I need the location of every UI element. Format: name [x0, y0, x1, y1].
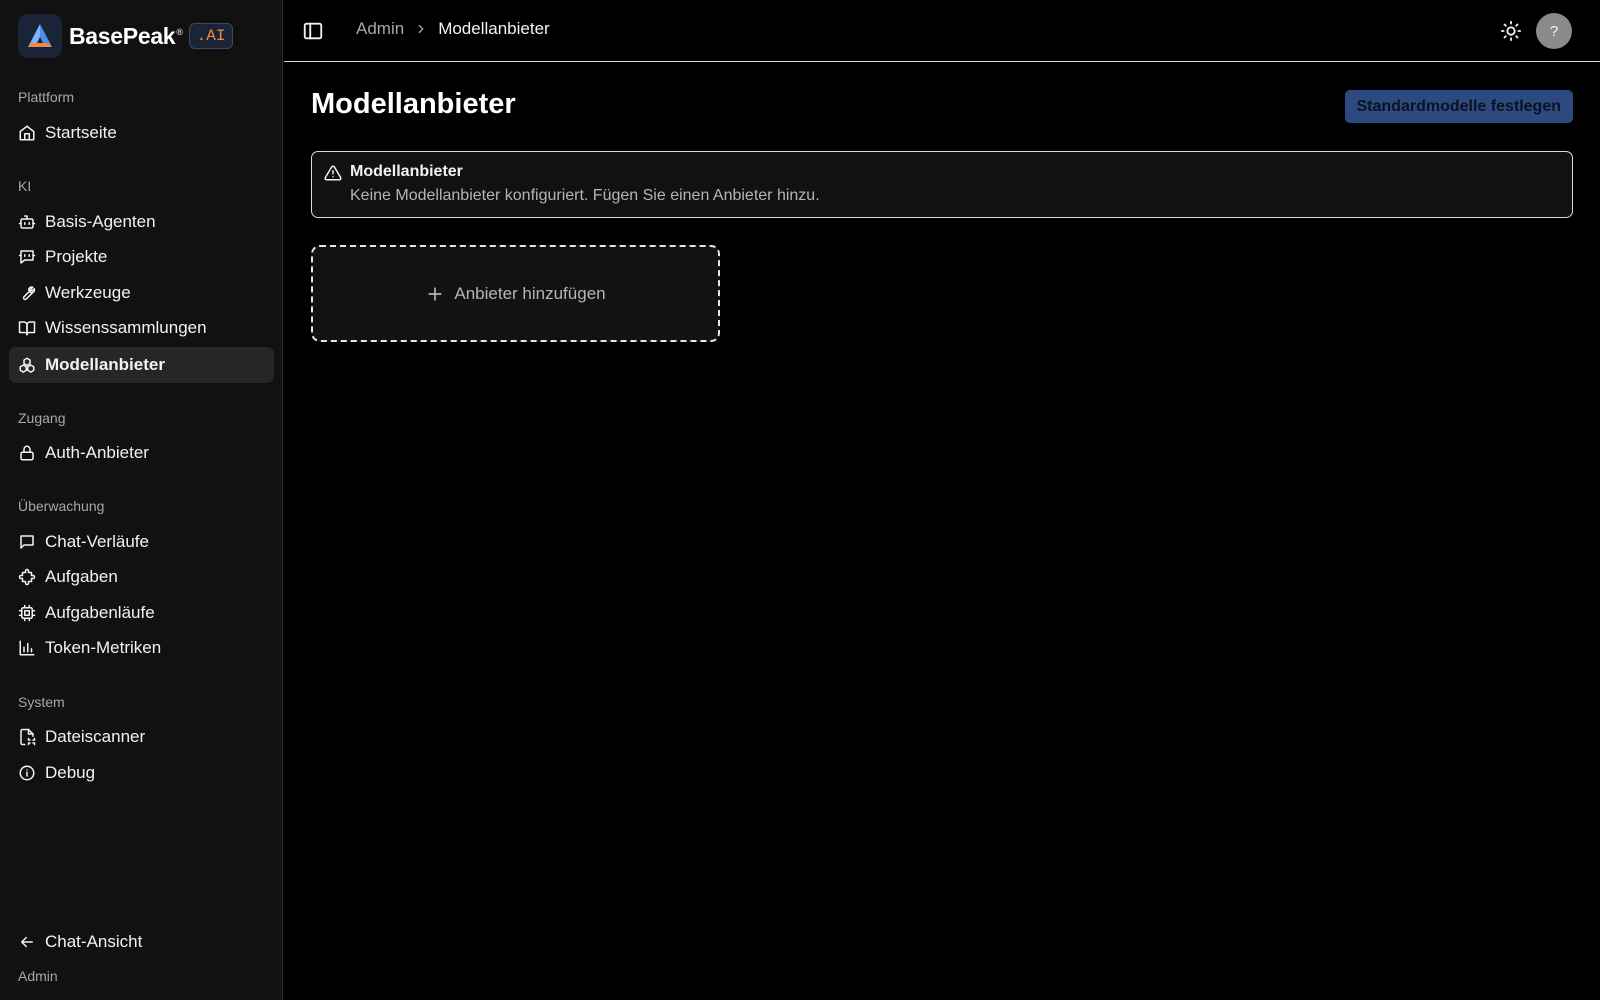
- sun-icon: [1500, 20, 1522, 42]
- file-scan-icon: [20, 728, 36, 746]
- sidebar-item-label: Dateiscanner: [45, 727, 146, 746]
- sidebar-item-label: Basis-Agenten: [45, 212, 156, 231]
- sidebar: BasePeak® .AI Plattform Startseite KI Ba…: [0, 0, 283, 1000]
- breadcrumb-current: Modellanbieter: [438, 19, 550, 38]
- cpu-icon: [18, 604, 36, 622]
- sidebar-item-basis-agenten[interactable]: Basis-Agenten: [9, 204, 274, 240]
- alert-title: Modellanbieter: [350, 163, 463, 180]
- breadcrumb-admin[interactable]: Admin: [356, 19, 404, 39]
- sidebar-item-chat-verlaeufe[interactable]: Chat-Verläufe: [9, 524, 274, 560]
- sidebar-item-aufgaben[interactable]: Aufgaben: [9, 559, 274, 595]
- no-providers-alert: Modellanbieter Keine Modellanbieter konf…: [311, 151, 1573, 218]
- sidebar-item-wissenssammlungen[interactable]: Wissenssammlungen: [9, 310, 274, 346]
- panel-left-icon: [303, 22, 323, 40]
- basepeak-logo-icon: [18, 14, 62, 58]
- help-avatar-button[interactable]: ?: [1536, 13, 1572, 49]
- back-to-chat-button[interactable]: Chat-Ansicht: [9, 924, 274, 960]
- bar-chart-icon: [19, 640, 35, 656]
- sidebar-item-aufgabenlaeufe[interactable]: Aufgabenläufe: [9, 595, 274, 631]
- sidebar-item-startseite[interactable]: Startseite: [9, 115, 274, 151]
- section-label-system: System: [18, 694, 65, 710]
- sidebar-item-token-metriken[interactable]: Token-Metriken: [9, 630, 274, 666]
- set-default-models-button[interactable]: Standardmodelle festlegen: [1344, 90, 1573, 123]
- plus-icon: [428, 286, 443, 301]
- sidebar-item-label: Auth-Anbieter: [45, 443, 149, 462]
- sidebar-item-debug[interactable]: Debug: [9, 755, 274, 791]
- puzzle-icon: [18, 568, 36, 586]
- sidebar-item-werkzeuge[interactable]: Werkzeuge: [9, 275, 274, 311]
- message-bot-icon: [18, 250, 36, 264]
- bot-icon: [18, 215, 36, 229]
- section-label-ki: KI: [18, 178, 32, 194]
- theme-toggle-button[interactable]: [1500, 20, 1522, 42]
- sidebar-item-label: Chat-Verläufe: [45, 532, 149, 551]
- brand-logo[interactable]: BasePeak® .AI: [18, 14, 234, 58]
- sidebar-item-label: Wissenssammlungen: [45, 318, 207, 337]
- sidebar-item-label: Debug: [45, 763, 96, 782]
- sidebar-item-label: Projekte: [45, 247, 108, 266]
- message-square-icon: [20, 535, 34, 549]
- sidebar-toggle-button[interactable]: [302, 20, 324, 42]
- current-role-label: Admin: [18, 968, 58, 984]
- topbar: Admin Modellanbieter ?: [284, 0, 1600, 62]
- info-icon: [19, 765, 35, 781]
- section-label-plattform: Plattform: [18, 89, 75, 105]
- breadcrumb: Admin Modellanbieter: [356, 19, 550, 39]
- sidebar-item-label: Aufgabenläufe: [45, 603, 155, 622]
- section-label-ueberwachung: Überwachung: [18, 498, 105, 514]
- sidebar-item-auth-anbieter[interactable]: Auth-Anbieter: [9, 435, 274, 471]
- alert-description: Keine Modellanbieter konfiguriert. Fügen…: [350, 187, 820, 204]
- add-provider-card[interactable]: Anbieter hinzufügen: [311, 245, 720, 342]
- sidebar-item-label: Token-Metriken: [45, 638, 162, 657]
- page-title: Modellanbieter: [311, 88, 516, 120]
- brand-name: BasePeak®: [69, 22, 183, 49]
- book-open-icon: [18, 321, 36, 336]
- alert-triangle-icon: [324, 165, 342, 181]
- home-icon: [19, 125, 35, 141]
- arrow-left-icon: [21, 936, 33, 948]
- sidebar-item-label: Werkzeuge: [45, 283, 131, 302]
- sidebar-item-label: Modellanbieter: [45, 355, 165, 374]
- boxes-icon: [19, 357, 35, 373]
- sidebar-item-projekte[interactable]: Projekte: [9, 239, 274, 275]
- add-provider-label: Anbieter hinzufügen: [454, 283, 606, 303]
- back-to-chat-label: Chat-Ansicht: [45, 932, 143, 951]
- section-label-zugang: Zugang: [18, 410, 66, 426]
- sidebar-item-label: Startseite: [45, 123, 117, 142]
- sidebar-item-modellanbieter[interactable]: Modellanbieter: [9, 347, 274, 383]
- sidebar-item-dateiscanner[interactable]: Dateiscanner: [9, 719, 274, 755]
- wrench-icon: [22, 286, 36, 301]
- brand-suffix: .AI: [188, 23, 234, 49]
- sidebar-item-label: Aufgaben: [45, 567, 118, 586]
- chevron-right-icon: [418, 24, 424, 34]
- lock-icon: [20, 445, 34, 461]
